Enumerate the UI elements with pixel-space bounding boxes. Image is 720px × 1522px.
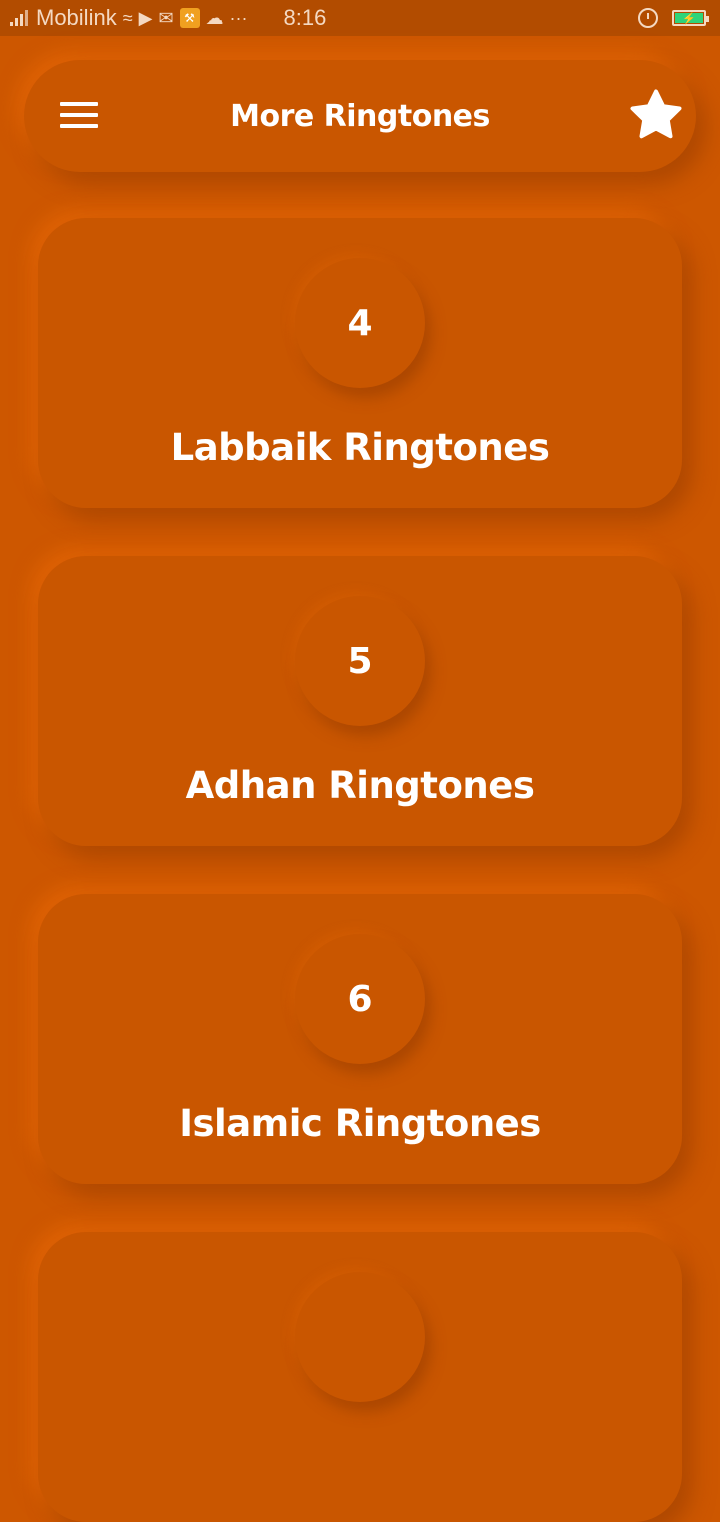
app-notification-icon: ⚒ <box>179 8 200 28</box>
category-card-labbaik[interactable]: 4 Labbaik Ringtones <box>38 218 682 508</box>
category-card-partial[interactable] <box>38 1232 682 1522</box>
star-icon[interactable] <box>626 86 686 146</box>
category-label: Labbaik Ringtones <box>170 426 550 469</box>
category-number-badge: 6 <box>295 934 425 1064</box>
hamburger-menu-icon[interactable] <box>60 102 98 130</box>
category-label: Islamic Ringtones <box>179 1102 541 1145</box>
more-dots-icon: ··· <box>229 8 248 28</box>
category-number-badge: 5 <box>295 596 425 726</box>
carrier-name: Mobilink <box>36 5 117 30</box>
app-bar: More Ringtones <box>24 60 696 172</box>
category-card-islamic[interactable]: 6 Islamic Ringtones <box>38 894 682 1184</box>
gmail-icon: ✉ <box>158 8 174 28</box>
category-card-adhan[interactable]: 5 Adhan Ringtones <box>38 556 682 846</box>
category-number-badge <box>295 1272 425 1402</box>
signal-icon <box>10 10 28 26</box>
battery-charging-icon: ⚡ <box>672 10 709 26</box>
battery-level: ⚡ <box>675 13 703 25</box>
clock: 8:16 <box>283 5 327 30</box>
wifi-icon: ≈ <box>122 8 133 28</box>
alarm-icon <box>638 8 658 28</box>
category-label: Adhan Ringtones <box>185 764 535 807</box>
category-number-badge: 4 <box>295 258 425 388</box>
page-title: More Ringtones <box>230 98 490 134</box>
status-bar: Mobilink ≈ ▶ ✉ ⚒ ☁ ··· 8:16 ⚡ <box>0 0 720 36</box>
cloud-icon: ☁ <box>205 8 224 28</box>
play-store-icon: ▶ <box>138 8 153 28</box>
